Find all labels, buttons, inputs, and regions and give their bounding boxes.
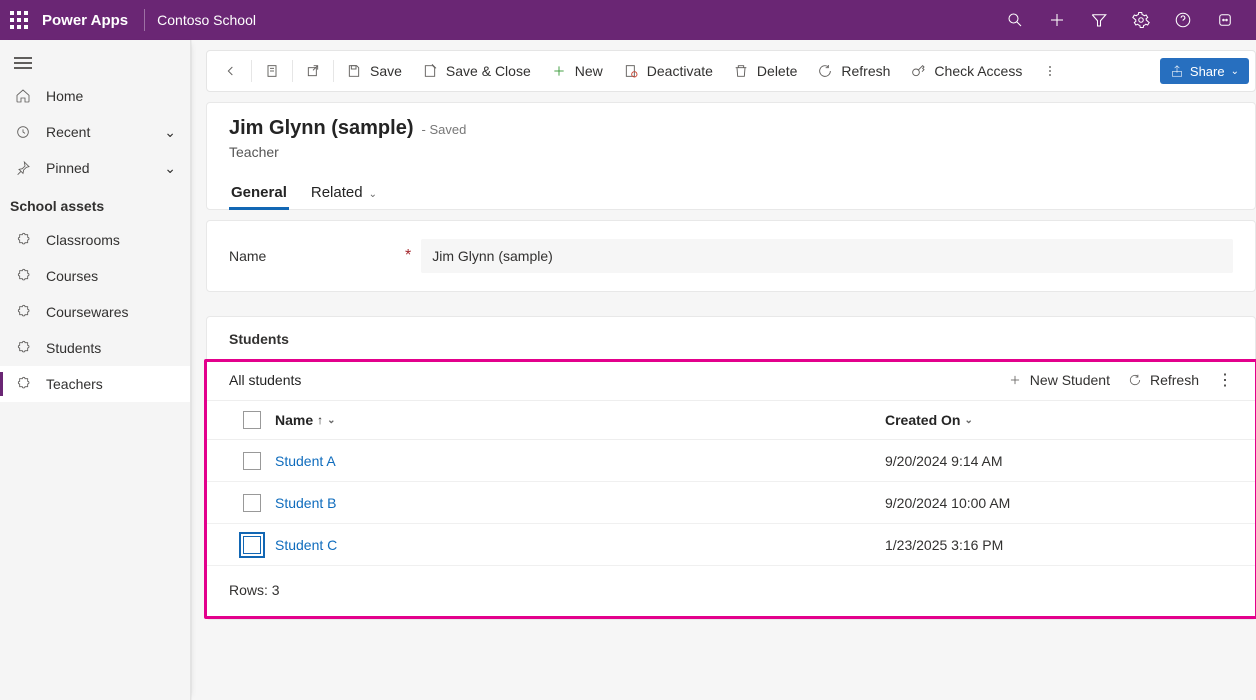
tab-general[interactable]: General [229, 174, 289, 209]
row-checkbox[interactable] [243, 494, 261, 512]
chevron-down-icon: ⌄ [327, 415, 335, 426]
sidebar-item-label: Courses [46, 268, 98, 284]
sidebar-item-label: Classrooms [46, 232, 120, 248]
filter-icon[interactable] [1078, 0, 1120, 40]
sidebar-item-label: Teachers [46, 376, 103, 392]
home-icon [14, 88, 32, 104]
puzzle-icon [14, 232, 32, 248]
name-input[interactable]: Jim Glynn (sample) [421, 239, 1233, 273]
app-launcher-icon[interactable] [10, 11, 28, 29]
table-row[interactable]: Student B 9/20/2024 10:00 AM [207, 482, 1255, 524]
top-bar: Power Apps Contoso School [0, 0, 1256, 40]
grid-header: Name↑⌄ Created On⌄ [207, 400, 1255, 440]
sidebar: Home Recent ⌄ Pinned ⌄ School assets Cla… [0, 40, 192, 700]
search-icon[interactable] [994, 0, 1036, 40]
sidebar-item-label: Students [46, 340, 101, 356]
record-entity: Teacher [229, 144, 1233, 160]
form-selector-button[interactable] [254, 50, 290, 92]
puzzle-icon [14, 376, 32, 392]
delete-button[interactable]: Delete [723, 50, 807, 92]
sidebar-item-classrooms[interactable]: Classrooms [0, 222, 190, 258]
top-separator [144, 9, 145, 31]
add-icon[interactable] [1036, 0, 1078, 40]
tab-related[interactable]: Related⌄ [309, 174, 379, 209]
sort-asc-icon: ↑ [317, 413, 323, 427]
subgrid-refresh-button[interactable]: Refresh [1128, 372, 1199, 388]
new-button[interactable]: New [541, 50, 613, 92]
new-student-button[interactable]: New Student [1008, 372, 1110, 388]
sidebar-group-label: School assets [0, 186, 190, 222]
popout-button[interactable] [295, 50, 331, 92]
chevron-down-icon: ⌄ [964, 415, 972, 426]
sidebar-item-coursewares[interactable]: Coursewares [0, 294, 190, 330]
refresh-button[interactable]: Refresh [807, 50, 900, 92]
save-close-button[interactable]: Save & Close [412, 50, 541, 92]
name-field-card: Name * Jim Glynn (sample) [206, 220, 1256, 292]
form-header: Jim Glynn (sample) - Saved Teacher Gener… [206, 102, 1256, 210]
sidebar-item-pinned[interactable]: Pinned ⌄ [0, 150, 190, 186]
column-created-on[interactable]: Created On⌄ [885, 412, 1233, 428]
puzzle-icon [14, 340, 32, 356]
clock-icon [14, 124, 32, 140]
row-checkbox[interactable] [243, 536, 261, 554]
required-indicator: * [405, 247, 411, 265]
created-on-value: 9/20/2024 9:14 AM [885, 453, 1233, 469]
sidebar-item-students[interactable]: Students [0, 330, 190, 366]
record-status: - Saved [422, 122, 467, 137]
table-row[interactable]: Student C 1/23/2025 3:16 PM [207, 524, 1255, 566]
check-access-button[interactable]: Check Access [900, 50, 1032, 92]
save-button[interactable]: Save [336, 50, 412, 92]
student-link[interactable]: Student C [275, 537, 337, 553]
main-area: Save Save & Close New Deactivate Delete … [192, 40, 1256, 700]
chevron-down-icon: ⌄ [1231, 66, 1239, 77]
sidebar-item-label: Coursewares [46, 304, 128, 320]
form-tabs: General Related⌄ [229, 174, 1233, 209]
subgrid-footer: Rows: 3 [207, 566, 1255, 616]
puzzle-icon [14, 304, 32, 320]
sidebar-item-label: Recent [46, 124, 90, 140]
chevron-down-icon: ⌄ [164, 160, 176, 177]
subgrid-title: Students [207, 331, 1255, 359]
select-all-checkbox[interactable] [243, 411, 261, 429]
sidebar-item-home[interactable]: Home [0, 78, 190, 114]
name-label: Name [229, 248, 405, 264]
sidebar-item-label: Pinned [46, 160, 90, 176]
overflow-button[interactable] [1032, 50, 1068, 92]
sidebar-item-label: Home [46, 88, 83, 104]
back-button[interactable] [213, 50, 249, 92]
assistant-icon[interactable] [1204, 0, 1246, 40]
sidebar-item-recent[interactable]: Recent ⌄ [0, 114, 190, 150]
sidebar-item-teachers[interactable]: Teachers [0, 366, 190, 402]
environment-name[interactable]: Contoso School [157, 12, 256, 28]
highlighted-region: All students New Student Refresh ⋮ [204, 359, 1256, 619]
students-subgrid: Students All students New Student Refres… [206, 316, 1256, 620]
subgrid-view-name[interactable]: All students [229, 372, 301, 388]
puzzle-icon [14, 268, 32, 284]
table-row[interactable]: Student A 9/20/2024 9:14 AM [207, 440, 1255, 482]
sidebar-item-courses[interactable]: Courses [0, 258, 190, 294]
subgrid-overflow-button[interactable]: ⋮ [1217, 370, 1233, 390]
created-on-value: 1/23/2025 3:16 PM [885, 537, 1233, 553]
help-icon[interactable] [1162, 0, 1204, 40]
student-link[interactable]: Student A [275, 453, 336, 469]
command-bar: Save Save & Close New Deactivate Delete … [206, 50, 1256, 92]
pin-icon [14, 160, 32, 176]
student-link[interactable]: Student B [275, 495, 337, 511]
record-title: Jim Glynn (sample) [229, 117, 414, 140]
hamburger-icon[interactable] [0, 40, 190, 78]
deactivate-button[interactable]: Deactivate [613, 50, 723, 92]
chevron-down-icon: ⌄ [369, 189, 377, 200]
chevron-down-icon: ⌄ [164, 124, 176, 141]
app-brand: Power Apps [42, 12, 128, 29]
row-checkbox[interactable] [243, 452, 261, 470]
column-name[interactable]: Name↑⌄ [275, 412, 885, 428]
share-button[interactable]: Share⌄ [1160, 58, 1249, 84]
created-on-value: 9/20/2024 10:00 AM [885, 495, 1233, 511]
gear-icon[interactable] [1120, 0, 1162, 40]
